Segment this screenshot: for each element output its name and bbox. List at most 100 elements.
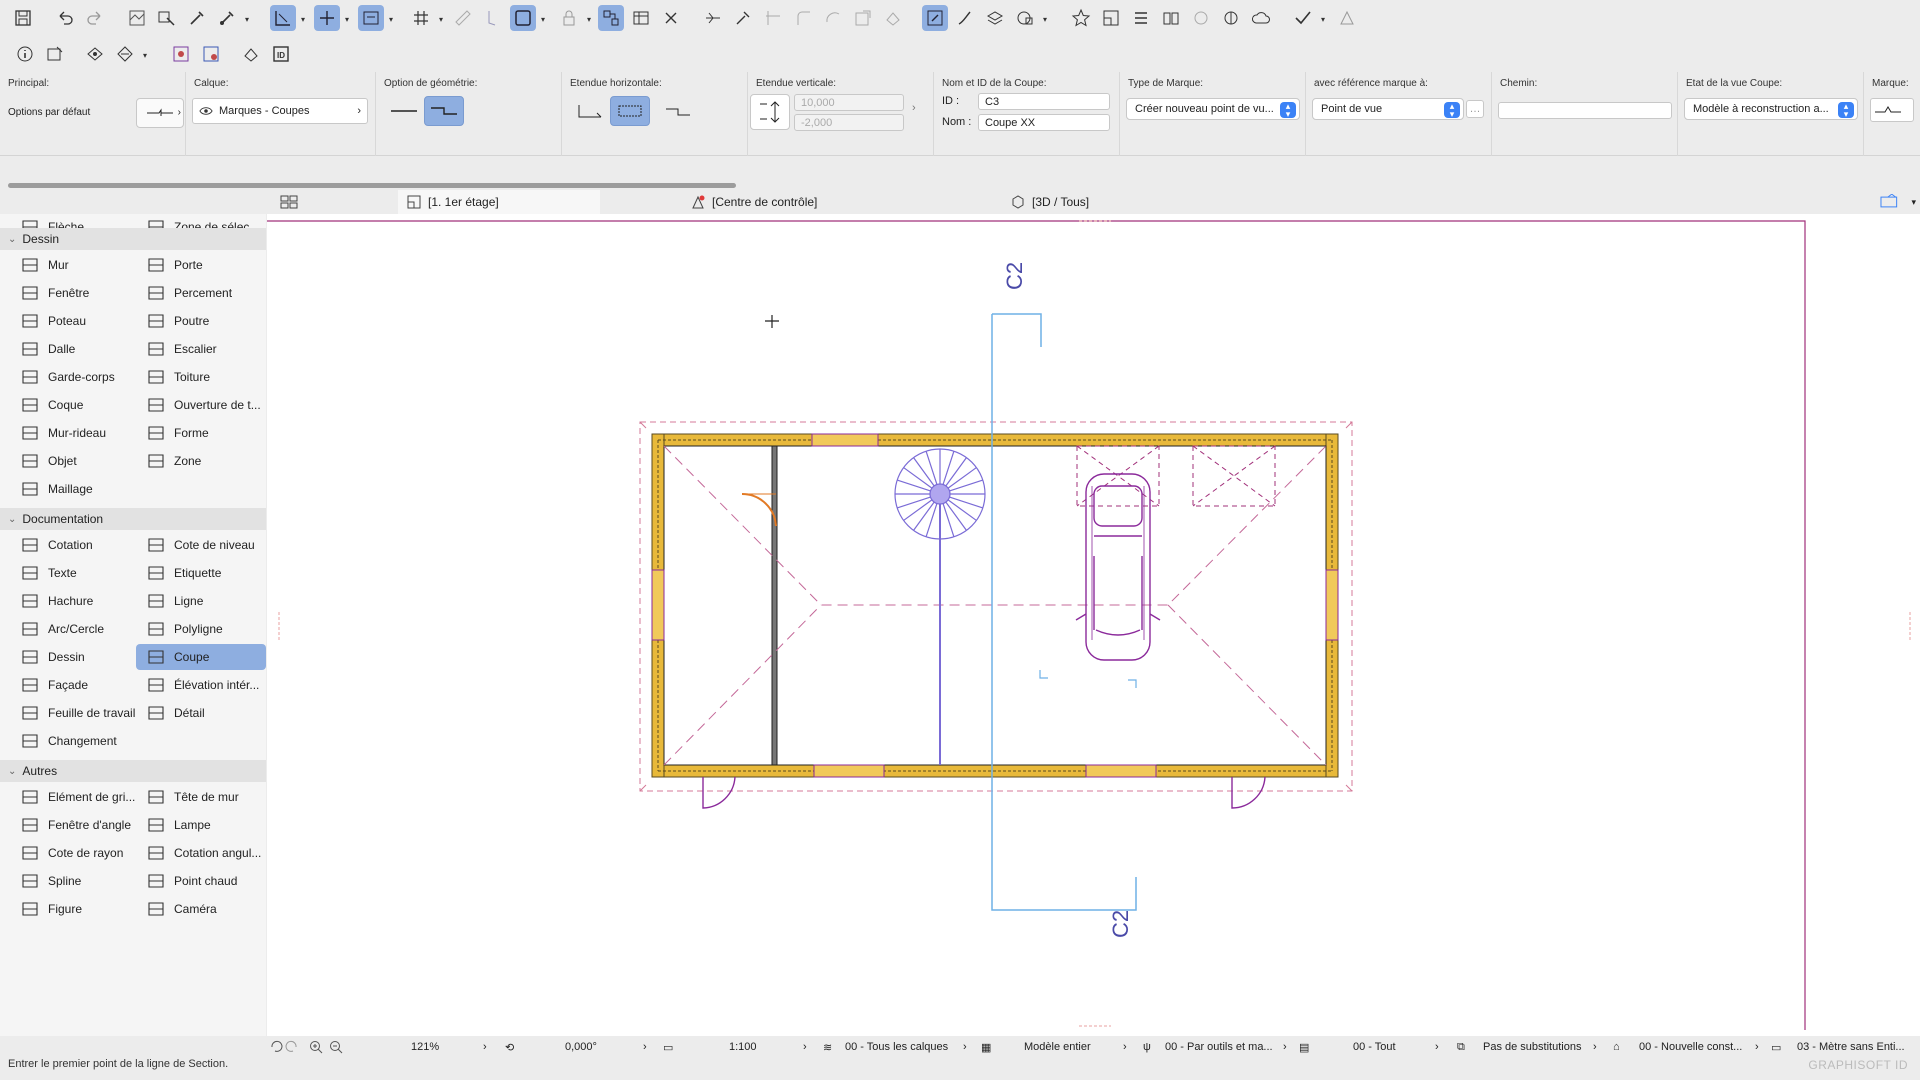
zoom-value[interactable]: 121% bbox=[411, 1036, 439, 1058]
magic-wand-frame-icon[interactable] bbox=[922, 5, 948, 31]
path-field[interactable] bbox=[1498, 102, 1672, 119]
tab-3d[interactable]: [3D / Tous] bbox=[1002, 190, 1232, 214]
chevron-right-icon[interactable]: › bbox=[1435, 1036, 1439, 1058]
tool-maillage[interactable]: Maillage bbox=[10, 476, 140, 502]
check-icon[interactable]: ▾ bbox=[1290, 5, 1325, 31]
id-field[interactable]: C3 bbox=[978, 93, 1110, 110]
table-icon[interactable] bbox=[628, 5, 654, 31]
split-icon[interactable] bbox=[700, 5, 726, 31]
substitutions-value[interactable]: Pas de substitutions bbox=[1483, 1036, 1581, 1058]
geometry-staggered-button[interactable] bbox=[424, 96, 464, 126]
tool-dessin[interactable]: Dessin bbox=[10, 644, 140, 670]
chevron-right-icon[interactable]: › bbox=[803, 1036, 807, 1058]
intersect-icon[interactable] bbox=[760, 5, 786, 31]
infobox-scrollbar[interactable] bbox=[8, 183, 736, 188]
renovation-value[interactable]: 00 - Nouvelle const... bbox=[1639, 1036, 1742, 1058]
tab-floor-plan[interactable]: [1. 1er étage] bbox=[398, 190, 600, 214]
book-icon[interactable] bbox=[1158, 5, 1184, 31]
view-state-select[interactable]: Modèle à reconstruction a... ▴ ▾ bbox=[1684, 98, 1858, 120]
id-icon[interactable]: ID bbox=[268, 41, 294, 67]
marker-type-select[interactable]: Créer nouveau point de vu... ▴ ▾ bbox=[1126, 98, 1300, 120]
floorplan-icon[interactable] bbox=[1098, 5, 1124, 31]
teamwork-icon[interactable] bbox=[1188, 5, 1214, 31]
tool-fenetre[interactable]: Fenêtre bbox=[10, 280, 140, 306]
tool-fenetre-d-angle[interactable]: Fenêtre d'angle bbox=[10, 812, 140, 838]
stack-icon[interactable] bbox=[1128, 5, 1154, 31]
layers-value[interactable]: 00 - Tous les calques bbox=[845, 1036, 948, 1058]
tool-camera[interactable]: Caméra bbox=[136, 896, 266, 922]
chevron-right-icon[interactable]: › bbox=[483, 1036, 487, 1058]
view-options-button[interactable]: ▾ bbox=[1872, 190, 1916, 214]
delete-icon[interactable] bbox=[658, 5, 684, 31]
layers-icon[interactable] bbox=[982, 5, 1008, 31]
tool-cote-de-rayon[interactable]: Cote de rayon bbox=[10, 840, 140, 866]
chevron-right-icon[interactable]: › bbox=[1593, 1036, 1597, 1058]
floor-plan-canvas[interactable]: C2 C2 bbox=[267, 214, 1920, 1036]
tool-toiture[interactable]: Toiture bbox=[136, 364, 266, 390]
toolbox-group-documentation[interactable]: ⌄ Documentation bbox=[0, 508, 266, 530]
chevron-right-icon[interactable]: › bbox=[1123, 1036, 1127, 1058]
tool-facade[interactable]: Façade bbox=[10, 672, 140, 698]
undo-icon[interactable] bbox=[52, 5, 78, 31]
trace-icon[interactable] bbox=[480, 5, 506, 31]
toolbox-group-dessin[interactable]: ⌄ Dessin bbox=[0, 228, 266, 250]
tool-coque[interactable]: Coque bbox=[10, 392, 140, 418]
dimension-value[interactable]: 03 - Mètre sans Enti... bbox=[1797, 1036, 1905, 1058]
element-info-icon[interactable] bbox=[42, 41, 68, 67]
cloud-icon[interactable] bbox=[1248, 5, 1274, 31]
tool-texte[interactable]: Texte bbox=[10, 560, 140, 586]
tool-dalle[interactable]: Dalle bbox=[10, 336, 140, 362]
suspend-groups-icon[interactable] bbox=[598, 5, 624, 31]
tool-spline[interactable]: Spline bbox=[10, 868, 140, 894]
chevron-right-icon[interactable]: › bbox=[963, 1036, 967, 1058]
scale-value[interactable]: 1:100 bbox=[729, 1036, 757, 1058]
adjust-icon[interactable] bbox=[730, 5, 756, 31]
ruler-icon[interactable] bbox=[450, 5, 476, 31]
solid-ops-icon[interactable] bbox=[880, 5, 906, 31]
eyedropper-icon[interactable] bbox=[184, 5, 210, 31]
marker-select[interactable] bbox=[1870, 98, 1914, 122]
tool-ligne[interactable]: Ligne bbox=[136, 588, 266, 614]
tool-figure[interactable]: Figure bbox=[10, 896, 140, 922]
tool-cotation[interactable]: Cotation bbox=[10, 532, 140, 558]
reference-select[interactable]: Point de vue ▴ ▾ bbox=[1312, 98, 1464, 120]
angle-value[interactable]: 0,000° bbox=[565, 1036, 597, 1058]
tool-objet[interactable]: Objet bbox=[10, 448, 140, 474]
tool-porte[interactable]: Porte bbox=[136, 252, 266, 278]
tool-tete-de-mur[interactable]: Tête de mur bbox=[136, 784, 266, 810]
tool-poteau[interactable]: Poteau bbox=[10, 308, 140, 334]
zoom-controls[interactable] bbox=[269, 1036, 349, 1058]
selection-box-icon[interactable]: ▾ bbox=[510, 5, 545, 31]
brush-icon[interactable] bbox=[952, 5, 978, 31]
rotation-icon[interactable]: ⟲ bbox=[505, 1036, 514, 1058]
tool-garde-corps[interactable]: Garde-corps bbox=[10, 364, 140, 390]
toolbox-group-autres[interactable]: ⌄ Autres bbox=[0, 760, 266, 782]
grid-icon[interactable]: ▾ bbox=[408, 5, 443, 31]
fillet-icon[interactable] bbox=[790, 5, 816, 31]
tool-hachure[interactable]: Hachure bbox=[10, 588, 140, 614]
chevron-right-icon[interactable]: › bbox=[1283, 1036, 1287, 1058]
tool-ouverture-de-t[interactable]: Ouverture de t... bbox=[136, 392, 266, 418]
horizontal-limited-button[interactable] bbox=[610, 96, 650, 126]
renovation-filter-icon[interactable] bbox=[198, 41, 224, 67]
info-icon[interactable] bbox=[12, 41, 38, 67]
tool-poutre[interactable]: Poutre bbox=[136, 308, 266, 334]
model-value[interactable]: Modèle entier bbox=[1024, 1036, 1091, 1058]
guide-lines-icon[interactable]: ▾ bbox=[314, 5, 349, 31]
vertical-top-field[interactable]: 10,000 bbox=[794, 94, 904, 111]
tool-point-chaud[interactable]: Point chaud bbox=[136, 868, 266, 894]
tool-mur-rideau[interactable]: Mur-rideau bbox=[10, 420, 140, 446]
vertical-extent-button[interactable] bbox=[750, 94, 790, 130]
name-field[interactable]: Coupe XX bbox=[978, 114, 1110, 131]
pens-value[interactable]: 00 - Par outils et ma... bbox=[1165, 1036, 1273, 1058]
properties-icon[interactable] bbox=[238, 41, 264, 67]
reference-more-button[interactable]: … bbox=[1466, 100, 1484, 118]
tab-overview-button[interactable] bbox=[272, 190, 304, 214]
tool-polyligne[interactable]: Polyligne bbox=[136, 616, 266, 642]
lock-icon[interactable]: ▾ bbox=[556, 5, 591, 31]
model-view-icon[interactable] bbox=[168, 41, 194, 67]
tool-forme[interactable]: Forme bbox=[136, 420, 266, 446]
tool-coupe[interactable]: Coupe bbox=[136, 644, 266, 670]
tag-icon[interactable]: ▾ bbox=[112, 41, 147, 67]
layer-selector[interactable]: Marques - Coupes › bbox=[192, 98, 368, 124]
